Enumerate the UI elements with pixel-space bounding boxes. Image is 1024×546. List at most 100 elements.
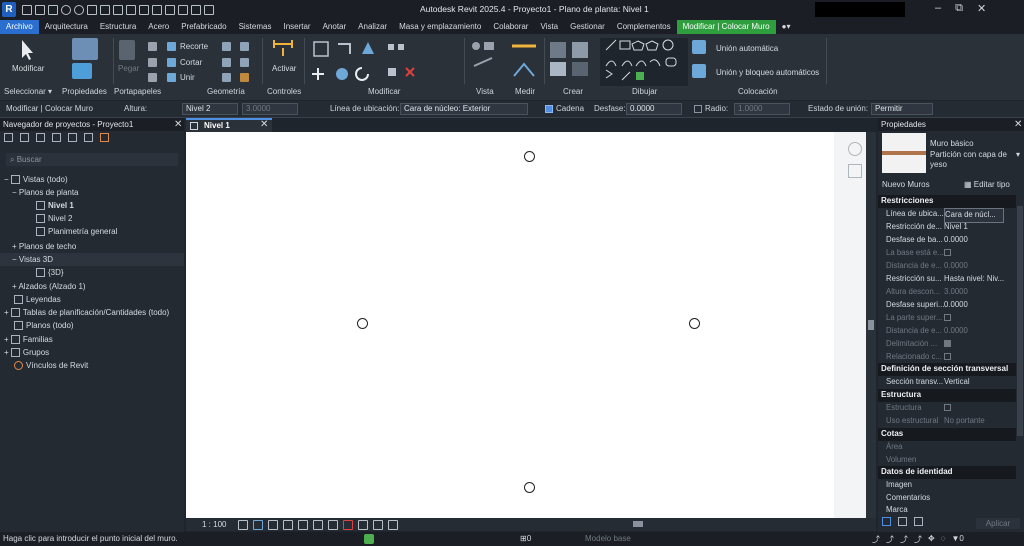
tab-sistemas[interactable]: Sistemas (233, 20, 278, 34)
instance-filter-dropdown[interactable]: Nuevo Muros (882, 180, 930, 189)
tab-insertar[interactable]: Insertar (277, 20, 316, 34)
tab-modificar-colocar-muro[interactable]: Modificar | Colocar Muro (676, 20, 776, 34)
minimize-button[interactable]: – (935, 2, 941, 15)
worksets-icon[interactable] (364, 534, 374, 544)
chain-checkbox[interactable] (545, 105, 553, 113)
home-3d-icon[interactable] (152, 5, 162, 15)
prop-top-offset[interactable]: Desfase superi... 0.0000 (878, 299, 1024, 312)
tree-revit-links[interactable]: Vínculos de Revit (14, 359, 88, 372)
zoom-icon[interactable] (848, 164, 862, 178)
browser-home-icon[interactable] (4, 133, 13, 142)
radius-input[interactable]: 1.0000 (734, 103, 790, 115)
properties-scrollbar[interactable] (1017, 206, 1023, 436)
switch-windows-icon[interactable] (204, 5, 214, 15)
detail-level-icon[interactable] (238, 520, 248, 530)
shape-handle-icon[interactable] (240, 73, 249, 82)
browser-families-icon[interactable] (68, 133, 77, 142)
tree-3d-views[interactable]: − Vistas 3D (0, 253, 184, 266)
filter-icon[interactable]: ▼0 (951, 534, 963, 545)
tree-families[interactable]: + Familias (4, 333, 53, 346)
browser-schedules-icon[interactable] (36, 133, 45, 142)
highlight-icon[interactable] (388, 520, 398, 530)
type-properties-icon[interactable] (72, 63, 92, 79)
join-roof-icon[interactable] (222, 73, 231, 82)
section-dimensions[interactable]: Cotas (878, 428, 1016, 441)
section-structure[interactable]: Estructura (878, 389, 1016, 402)
browser-groups-icon[interactable] (84, 133, 93, 142)
tree-groups[interactable]: + Grupos (4, 346, 49, 359)
view-scale[interactable]: 1 : 100 (202, 520, 226, 529)
tab-anotar[interactable]: Anotar (317, 20, 353, 34)
close-hidden-icon[interactable] (191, 5, 201, 15)
thin-lines-icon[interactable] (178, 5, 188, 15)
text-icon[interactable] (139, 5, 149, 15)
offset-input[interactable]: 0.0000 (626, 103, 682, 115)
ribbon-options-icon[interactable]: ●▾ (776, 20, 797, 34)
select-links-icon[interactable]: ⤴ (872, 534, 880, 545)
split-face-icon[interactable] (222, 58, 231, 67)
tab-complementos[interactable]: Complementos (611, 20, 677, 34)
tree-3d[interactable]: {3D} (36, 266, 64, 279)
browser-links-icon[interactable] (100, 133, 109, 142)
tab-archivo[interactable]: Archivo (0, 20, 39, 34)
group-sort-icon[interactable] (898, 517, 907, 526)
join-lock-button[interactable]: Unión y bloqueo automáticos (716, 68, 819, 77)
select-by-face-icon[interactable]: ⤴ (914, 534, 922, 545)
activate-button[interactable]: Activar (272, 64, 296, 73)
tree-legends[interactable]: Leyendas (14, 293, 61, 306)
paint-icon[interactable] (240, 58, 249, 67)
elevation-marker-west[interactable] (357, 318, 368, 329)
sun-path-icon[interactable] (268, 520, 278, 530)
close-button[interactable]: ✕ (977, 2, 986, 15)
tab-colaborar[interactable]: Colaborar (487, 20, 534, 34)
prop-top-constraint[interactable]: Restricción su... Hasta nivel: Niv... (878, 273, 1024, 286)
section-identity[interactable]: Datos de identidad (878, 466, 1016, 479)
demolish-icon[interactable] (240, 42, 249, 51)
prop-image[interactable]: Imagen (878, 479, 1024, 492)
tree-site-plan[interactable]: Planimetría general (36, 225, 117, 238)
select-underlay-icon[interactable]: ⤴ (886, 534, 894, 545)
browser-search[interactable]: ⌕ Buscar (6, 153, 178, 166)
visual-style-icon[interactable] (253, 520, 263, 530)
type-selector-chevron-icon[interactable]: ▾ (1016, 150, 1020, 159)
elevation-marker-south[interactable] (524, 482, 535, 493)
join-status-dropdown[interactable]: Permitir (871, 103, 933, 115)
tab-prefabricado[interactable]: Prefabricado (175, 20, 232, 34)
tree-views-all[interactable]: − Vistas (todo) (4, 173, 68, 186)
vertical-scrollbar[interactable] (866, 132, 876, 518)
tree-elevations[interactable]: + Alzados (Alzado 1) (12, 280, 86, 293)
browser-views-icon[interactable] (20, 133, 29, 142)
tab-analizar[interactable]: Analizar (352, 20, 393, 34)
join-icon[interactable] (167, 73, 176, 82)
revit-logo-icon[interactable]: R (2, 2, 16, 17)
section-cross-section[interactable]: Definición de sección transversal (878, 363, 1016, 376)
prop-location-line[interactable]: Línea de ubica... Cara de núcl... (878, 208, 1024, 223)
drag-elements-icon[interactable]: ✥ (928, 534, 935, 545)
worksharing-icon[interactable] (358, 520, 368, 530)
prop-mark[interactable]: Marca (878, 504, 1024, 517)
measure-icon[interactable] (100, 5, 110, 15)
open-icon[interactable] (22, 5, 32, 15)
modify-button[interactable]: Modificar (12, 64, 44, 73)
crop-view-icon[interactable] (298, 520, 308, 530)
select-arrow-icon[interactable] (16, 38, 38, 60)
drawing-canvas[interactable] (186, 132, 866, 518)
dimension-icon[interactable] (113, 5, 123, 15)
section-constraints[interactable]: Restricciones (878, 195, 1016, 208)
restore-button[interactable]: ⧉ (955, 2, 963, 15)
height-dropdown[interactable]: Nivel 2 (182, 103, 238, 115)
properties-icon[interactable] (72, 38, 98, 60)
sort-icon[interactable] (882, 517, 891, 526)
filter-icon[interactable] (914, 517, 923, 526)
model-base-dropdown[interactable]: Modelo base (585, 534, 631, 543)
tree-sheets[interactable]: Planos (todo) (14, 319, 74, 332)
design-options-icon[interactable]: ⊞0 (520, 534, 531, 543)
shadows-icon[interactable] (283, 520, 293, 530)
apply-button[interactable]: Aplicar (976, 518, 1020, 529)
show-crop-icon[interactable] (313, 520, 323, 530)
prop-comments[interactable]: Comentarios (878, 492, 1024, 505)
browser-close-icon[interactable]: ✕ (174, 119, 182, 130)
auto-join-button[interactable]: Unión automática (716, 44, 778, 53)
activate-dimensions-icon[interactable] (272, 40, 294, 58)
tree-nivel-1[interactable]: Nivel 1 (36, 199, 74, 212)
